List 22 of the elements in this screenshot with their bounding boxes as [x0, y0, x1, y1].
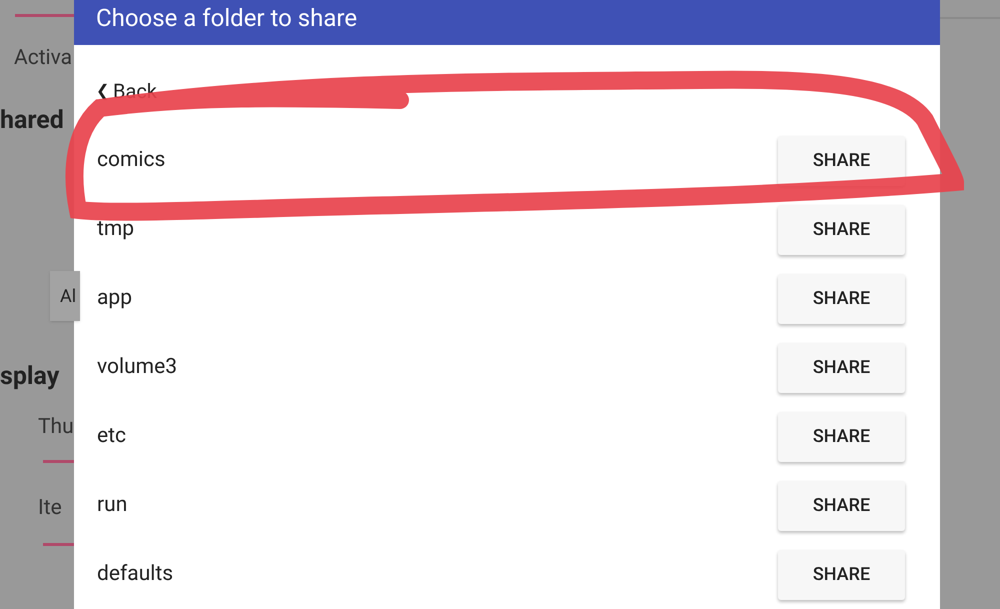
folder-name: etc: [97, 422, 126, 450]
share-button[interactable]: SHARE: [778, 412, 905, 462]
folder-name: run: [97, 492, 128, 519]
chevron-left-icon: ❮: [96, 79, 109, 103]
section-heading: hared: [0, 105, 65, 137]
setting-label: Ite: [38, 495, 63, 522]
folder-name: app: [97, 284, 132, 312]
share-button[interactable]: SHARE: [778, 204, 905, 254]
share-button[interactable]: SHARE: [778, 480, 905, 530]
section-heading: splay: [0, 361, 60, 393]
folder-name: comics: [97, 146, 166, 174]
action-button[interactable]: Al: [50, 271, 80, 321]
share-button[interactable]: SHARE: [778, 550, 905, 600]
share-button[interactable]: SHARE: [778, 342, 905, 392]
folder-name: defaults: [97, 560, 174, 588]
setting-label: Thu: [38, 414, 74, 441]
share-button[interactable]: SHARE: [778, 274, 905, 324]
setting-label: Activa: [14, 45, 74, 72]
folder-name: volume3: [97, 354, 178, 381]
folder-name: tmp: [97, 216, 134, 243]
dialog-title: Choose a folder to share: [96, 3, 358, 33]
share-button[interactable]: SHARE: [778, 136, 905, 186]
